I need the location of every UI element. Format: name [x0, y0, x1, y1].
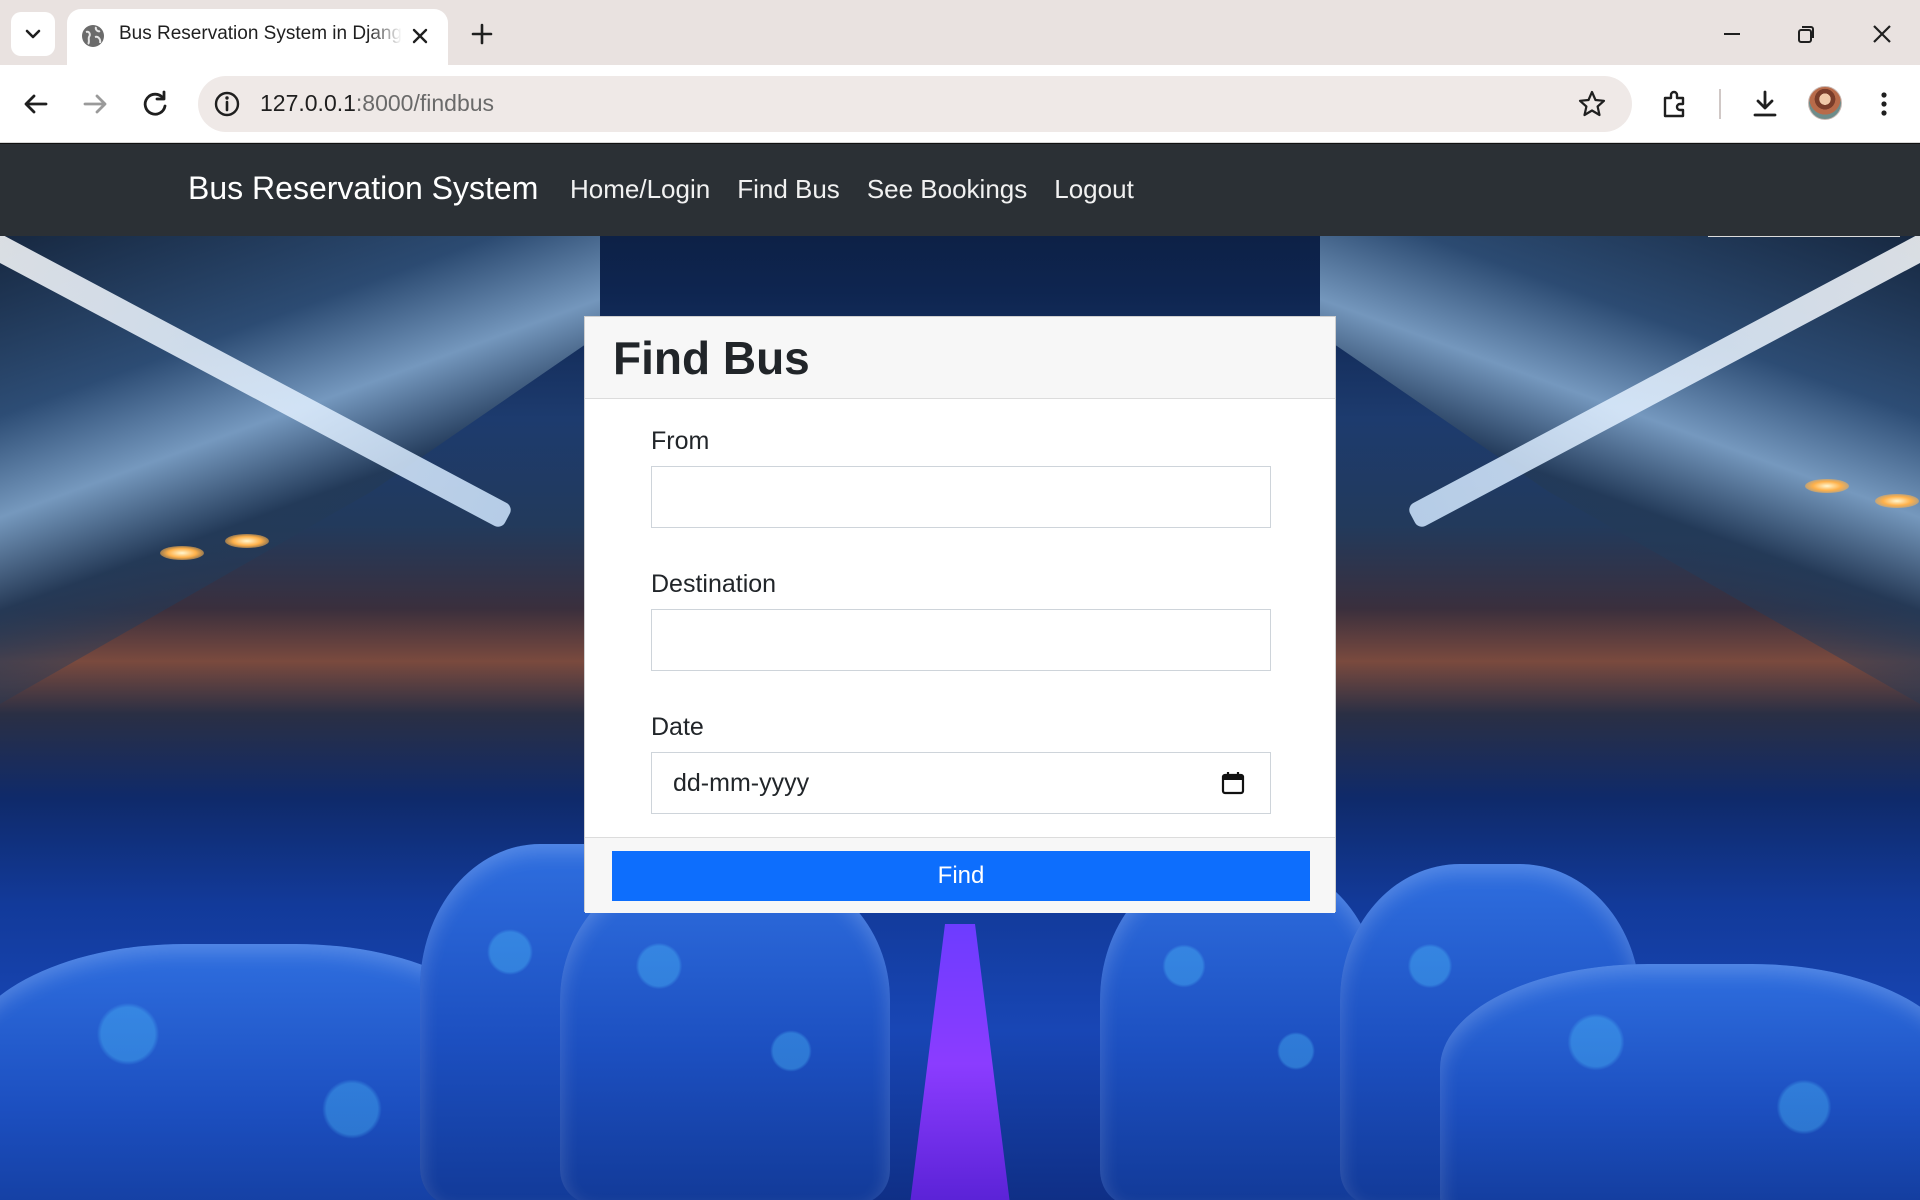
minimize-icon[interactable]	[1716, 18, 1748, 50]
seat	[1100, 864, 1380, 1200]
url-host: 127.0.0.1	[260, 90, 356, 116]
card-footer: Find	[585, 837, 1335, 913]
brand[interactable]: Bus Reservation System	[188, 170, 538, 207]
tab-strip: Bus Reservation System in Django	[0, 0, 1920, 65]
reading-lamp	[1805, 479, 1849, 493]
menu-icon[interactable]	[1866, 86, 1902, 122]
globe-icon	[82, 25, 104, 47]
reading-lamp	[160, 546, 204, 560]
calendar-icon[interactable]	[1220, 770, 1246, 796]
url-text[interactable]: 127.0.0.1:8000/findbus	[260, 90, 494, 117]
tab-search-icon[interactable]	[11, 12, 55, 56]
date-input[interactable]: dd-mm-yyyy	[651, 752, 1271, 814]
reading-lamp	[225, 534, 269, 548]
date-placeholder: dd-mm-yyyy	[673, 769, 810, 797]
tab-title: Bus Reservation System in Django	[119, 23, 402, 44]
reading-lamp	[1875, 494, 1919, 508]
nav-link-logout[interactable]: Logout	[1054, 174, 1134, 205]
find-button[interactable]: Find	[612, 851, 1310, 901]
plus-icon[interactable]	[468, 20, 496, 48]
url-path: :8000/findbus	[355, 90, 495, 116]
destination-label: Destination	[651, 570, 777, 598]
date-label: Date	[651, 713, 704, 741]
reload-icon[interactable]	[137, 86, 173, 122]
download-icon[interactable]	[1747, 86, 1783, 122]
page-content: Bus Reservation System Home/Login Find B…	[0, 144, 1920, 1200]
extensions-icon[interactable]	[1657, 86, 1693, 122]
find-bus-card: Find Bus From Destination Date dd-mm-yyy…	[584, 316, 1336, 913]
star-icon[interactable]	[1576, 88, 1608, 120]
nav-link-see-bookings[interactable]: See Bookings	[867, 174, 1027, 205]
avatar[interactable]	[1808, 86, 1842, 120]
info-icon[interactable]	[212, 89, 242, 119]
browser-toolbar: 127.0.0.1:8000/findbus	[0, 65, 1920, 143]
nav-links: Home/Login Find Bus See Bookings Logout	[570, 174, 1134, 205]
site-navbar: Bus Reservation System Home/Login Find B…	[0, 144, 1920, 236]
page-title: Find Bus	[613, 332, 810, 384]
address-bar[interactable]: 127.0.0.1:8000/findbus	[198, 76, 1632, 132]
destination-input[interactable]	[651, 609, 1271, 671]
forward-icon[interactable]	[77, 86, 113, 122]
seat	[1440, 964, 1920, 1200]
back-icon[interactable]	[18, 86, 54, 122]
toolbar-divider	[1719, 89, 1721, 119]
close-icon[interactable]	[409, 25, 431, 47]
nav-link-home-login[interactable]: Home/Login	[570, 174, 710, 205]
from-label: From	[651, 427, 710, 455]
nav-link-find-bus[interactable]: Find Bus	[737, 174, 840, 205]
find-bus-form: From Destination Date dd-mm-yyyy	[651, 427, 1271, 856]
aisle	[910, 924, 1010, 1200]
browser-tab[interactable]: Bus Reservation System in Django	[67, 9, 448, 65]
card-header: Find Bus	[585, 317, 1335, 399]
seat	[560, 864, 890, 1200]
restore-icon[interactable]	[1790, 18, 1822, 50]
window-close-icon[interactable]	[1866, 18, 1898, 50]
from-input[interactable]	[651, 466, 1271, 528]
